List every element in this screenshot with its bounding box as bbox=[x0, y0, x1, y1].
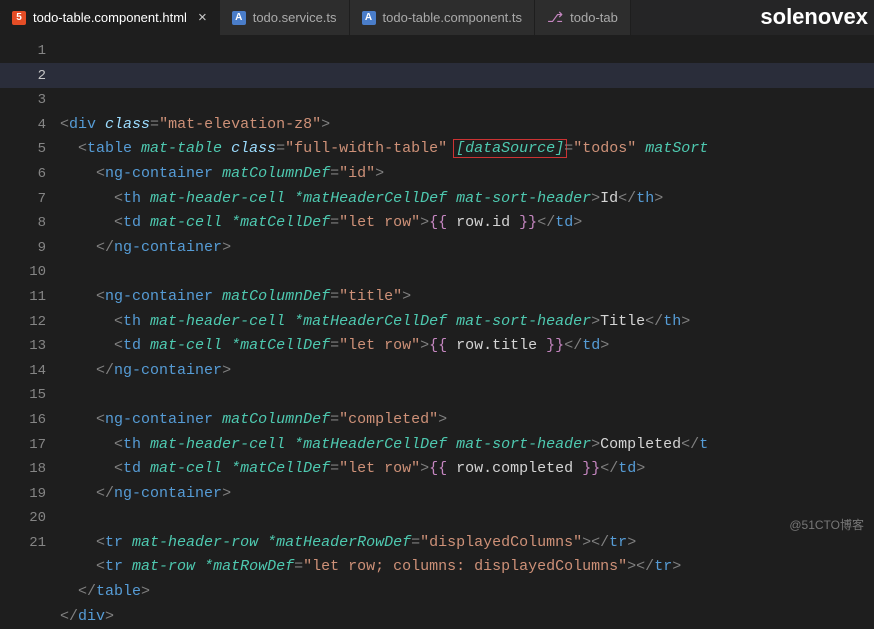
code-line[interactable] bbox=[60, 260, 874, 285]
highlighted-attribute: [dataSource] bbox=[453, 139, 567, 158]
tab-0[interactable]: 5 todo-table.component.html × bbox=[0, 0, 220, 35]
ts-file-icon: A bbox=[232, 11, 246, 25]
code-area[interactable]: <div class="mat-elevation-z8"> <table ma… bbox=[60, 36, 874, 549]
tab-label: todo-tab bbox=[570, 10, 618, 25]
line-number: 19 bbox=[0, 482, 46, 507]
watermark-bottom: @51CTO博客 bbox=[789, 516, 864, 533]
code-line[interactable]: </table> bbox=[60, 580, 874, 605]
code-line[interactable]: <tr mat-row *matRowDef="let row; columns… bbox=[60, 555, 874, 580]
code-line[interactable]: <div class="mat-elevation-z8"> bbox=[60, 113, 874, 138]
code-line[interactable]: <th mat-header-cell *matHeaderCellDef ma… bbox=[60, 187, 874, 212]
line-number: 1 bbox=[0, 39, 46, 64]
code-line[interactable]: <th mat-header-cell *matHeaderCellDef ma… bbox=[60, 310, 874, 335]
tab-1[interactable]: Atodo.service.ts bbox=[220, 0, 350, 35]
code-line[interactable]: <th mat-header-cell *matHeaderCellDef ma… bbox=[60, 433, 874, 458]
code-line[interactable]: </ng-container> bbox=[60, 236, 874, 261]
code-line[interactable]: <table mat-table class="full-width-table… bbox=[60, 137, 874, 162]
code-line[interactable] bbox=[60, 506, 874, 531]
tab-label: todo.service.ts bbox=[253, 10, 337, 25]
line-number: 16 bbox=[0, 408, 46, 433]
line-number: 6 bbox=[0, 162, 46, 187]
code-line[interactable] bbox=[60, 383, 874, 408]
tab-label: todo-table.component.html bbox=[33, 10, 187, 25]
code-line[interactable]: <td mat-cell *matCellDef="let row">{{ ro… bbox=[60, 211, 874, 236]
line-number: 5 bbox=[0, 137, 46, 162]
line-number: 17 bbox=[0, 433, 46, 458]
tab-bar: 5 todo-table.component.html × Atodo.service… bbox=[0, 0, 874, 36]
code-line[interactable]: <ng-container matColumnDef="title"> bbox=[60, 285, 874, 310]
editor-pane: 123456789101112131415161718192021 <div c… bbox=[0, 36, 874, 549]
close-icon[interactable]: × bbox=[198, 9, 207, 26]
current-line-highlight bbox=[0, 63, 874, 88]
line-number: 8 bbox=[0, 211, 46, 236]
watermark-top: solenovex bbox=[760, 4, 868, 30]
line-number: 10 bbox=[0, 260, 46, 285]
line-number: 20 bbox=[0, 506, 46, 531]
line-number: 2 bbox=[0, 64, 46, 89]
code-line[interactable]: <ng-container matColumnDef="id"> bbox=[60, 162, 874, 187]
code-line[interactable]: </div> bbox=[60, 605, 874, 629]
line-number: 7 bbox=[0, 187, 46, 212]
line-number: 9 bbox=[0, 236, 46, 261]
html-file-icon: 5 bbox=[12, 11, 26, 25]
tab-2[interactable]: Atodo-table.component.ts bbox=[350, 0, 535, 35]
line-number: 21 bbox=[0, 531, 46, 556]
code-line[interactable]: </ng-container> bbox=[60, 359, 874, 384]
line-number: 4 bbox=[0, 113, 46, 138]
line-number: 18 bbox=[0, 457, 46, 482]
line-number: 14 bbox=[0, 359, 46, 384]
line-number: 13 bbox=[0, 334, 46, 359]
code-line[interactable]: <ng-container matColumnDef="completed"> bbox=[60, 408, 874, 433]
line-number: 3 bbox=[0, 88, 46, 113]
line-number: 11 bbox=[0, 285, 46, 310]
tab-label: todo-table.component.ts bbox=[383, 10, 522, 25]
line-number: 12 bbox=[0, 310, 46, 335]
code-line[interactable]: <tr mat-header-row *matHeaderRowDef="dis… bbox=[60, 531, 874, 556]
ts-file-icon: A bbox=[362, 11, 376, 25]
code-line[interactable]: </ng-container> bbox=[60, 482, 874, 507]
code-line[interactable]: <td mat-cell *matCellDef="let row">{{ ro… bbox=[60, 334, 874, 359]
line-number-gutter: 123456789101112131415161718192021 bbox=[0, 36, 60, 549]
tab-3[interactable]: ⎇ todo-tab bbox=[535, 0, 631, 35]
git-branch-icon: ⎇ bbox=[547, 9, 563, 26]
line-number: 15 bbox=[0, 383, 46, 408]
code-line[interactable]: <td mat-cell *matCellDef="let row">{{ ro… bbox=[60, 457, 874, 482]
